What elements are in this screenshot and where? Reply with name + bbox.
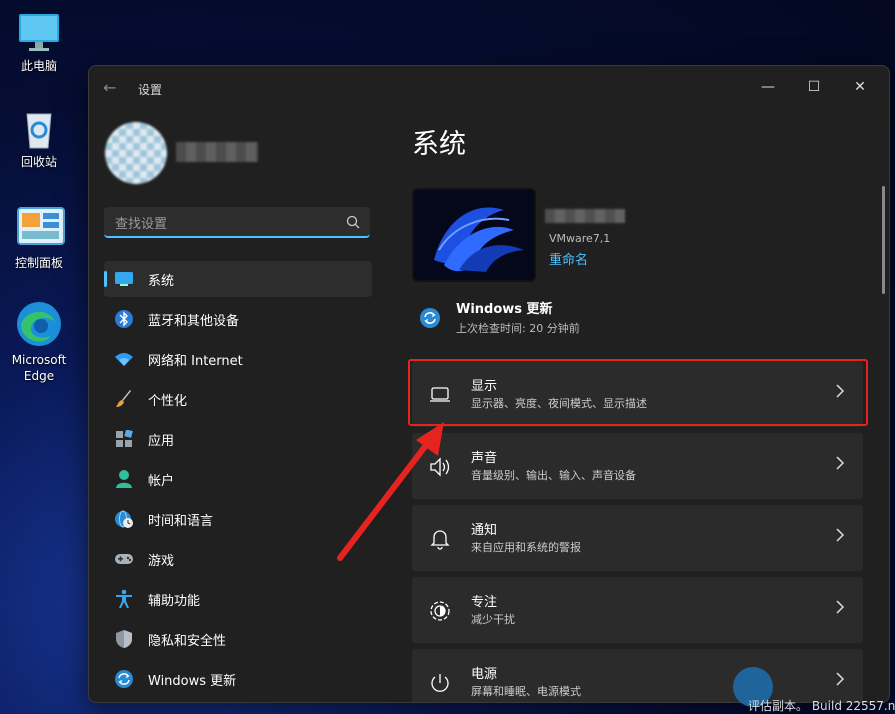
desktop-icon-recycle-bin[interactable]: 回收站	[6, 106, 72, 170]
desktop-icon-this-pc[interactable]: 此电脑	[6, 10, 72, 74]
search-input[interactable]: 查找设置	[115, 213, 167, 232]
chevron-right-icon	[835, 527, 845, 546]
settings-card-notifications[interactable]: 通知 来自应用和系统的警报	[412, 505, 863, 571]
speaker-icon	[428, 455, 452, 479]
sidebar-item-label: 个性化	[148, 393, 188, 409]
sidebar-item-system[interactable]: 系统	[104, 261, 372, 297]
app-title: 设置	[138, 83, 163, 97]
sidebar-item-windows-update[interactable]: Windows 更新	[104, 661, 372, 697]
profile-name-blurred	[176, 142, 258, 162]
desktop-icon-control-panel[interactable]: 控制面板	[6, 207, 72, 271]
maximize-button[interactable]: ☐	[791, 72, 837, 102]
desktop-icon-label: 回收站	[20, 155, 57, 169]
sidebar-item-network[interactable]: 网络和 Internet	[104, 341, 372, 377]
wifi-icon	[114, 349, 134, 369]
sidebar-item-label: 时间和语言	[148, 513, 214, 529]
sidebar-item-accounts[interactable]: 帐户	[104, 461, 372, 497]
brush-icon	[114, 389, 134, 409]
sidebar-item-label: 帐户	[148, 473, 175, 489]
sidebar-item-label: 辅助功能	[148, 593, 201, 609]
desktop-icon-label: 控制面板	[14, 256, 63, 270]
sidebar-item-privacy[interactable]: 隐私和安全性	[104, 621, 372, 657]
apps-icon	[114, 429, 134, 449]
sidebar-item-label: 应用	[148, 433, 175, 449]
device-model: VMware7,1	[549, 232, 611, 245]
minimize-button[interactable]: —	[745, 72, 791, 102]
sidebar-item-apps[interactable]: 应用	[104, 421, 372, 457]
device-name-blurred	[545, 209, 625, 223]
focus-icon	[428, 599, 452, 623]
control-panel-icon	[17, 207, 65, 251]
card-subtitle: 来自应用和系统的警报	[471, 541, 581, 554]
card-title: 专注	[471, 595, 498, 610]
build-watermark: 评估副本。 Build 22557.ni	[748, 699, 895, 713]
sidebar-item-accessibility[interactable]: 辅助功能	[104, 581, 372, 617]
bell-icon	[428, 527, 452, 551]
settings-card-sound[interactable]: 声音 音量级别、输出、输入、声音设备	[412, 433, 863, 499]
desktop-icon-label: Microsoft Edge	[11, 353, 67, 383]
chevron-right-icon	[835, 671, 845, 690]
card-title: 通知	[471, 523, 498, 538]
windows-update-title[interactable]: Windows 更新	[456, 298, 553, 317]
bluetooth-icon	[114, 309, 134, 329]
gamepad-icon	[114, 549, 134, 569]
sidebar-item-label: 蓝牙和其他设备	[148, 313, 240, 329]
avatar[interactable]	[105, 122, 167, 184]
globe-clock-icon	[114, 509, 134, 529]
settings-window: ← 设置 — ☐ ✕ 查找设置 系统 蓝牙和其他设备 网络和 Internet …	[88, 65, 890, 703]
card-subtitle: 减少干扰	[471, 613, 515, 626]
chevron-right-icon	[835, 455, 845, 474]
power-icon	[428, 671, 452, 695]
rename-link[interactable]: 重命名	[549, 249, 588, 268]
windows-update-status: 上次检查时间: 20 分钟前	[456, 322, 580, 335]
sidebar-item-personalization[interactable]: 个性化	[104, 381, 372, 417]
page-title: 系统	[412, 129, 466, 160]
sidebar-item-label: 游戏	[148, 553, 175, 569]
sidebar-item-label: Windows 更新	[148, 673, 237, 689]
system-icon	[114, 269, 134, 289]
search-box[interactable]: 查找设置	[104, 207, 370, 238]
update-icon	[114, 669, 134, 689]
desktop-icon-edge[interactable]: Microsoft Edge	[6, 300, 72, 384]
card-subtitle: 屏幕和睡眠、电源模式	[471, 685, 581, 698]
settings-card-power[interactable]: 电源 屏幕和睡眠、电源模式	[412, 649, 863, 702]
settings-card-focus[interactable]: 专注 减少干扰	[412, 577, 863, 643]
recycle-bin-icon	[17, 106, 61, 150]
windows-update-icon	[419, 307, 441, 333]
back-button[interactable]: ←	[103, 78, 116, 97]
shield-icon	[114, 629, 134, 649]
highlight-box	[408, 359, 868, 426]
search-icon[interactable]	[346, 214, 360, 233]
chevron-right-icon	[835, 599, 845, 618]
card-title: 电源	[471, 667, 498, 682]
title-bar: ← 设置 — ☐ ✕	[89, 66, 889, 110]
card-subtitle: 音量级别、输出、输入、声音设备	[471, 469, 636, 482]
account-icon	[114, 469, 134, 489]
sidebar-item-bluetooth[interactable]: 蓝牙和其他设备	[104, 301, 372, 337]
sidebar-item-label: 隐私和安全性	[148, 633, 227, 649]
card-title: 声音	[471, 451, 498, 466]
desktop-icon-label: 此电脑	[20, 59, 57, 73]
edge-icon	[15, 300, 63, 348]
sidebar-item-gaming[interactable]: 游戏	[104, 541, 372, 577]
close-button[interactable]: ✕	[837, 72, 883, 102]
sidebar-item-time-language[interactable]: 时间和语言	[104, 501, 372, 537]
computer-icon	[17, 10, 61, 54]
accessibility-icon	[114, 589, 134, 609]
sidebar-nav: 系统 蓝牙和其他设备 网络和 Internet 个性化 应用 帐户 时间和语言	[104, 261, 372, 701]
desktop-wallpaper-thumbnail	[412, 188, 536, 282]
scrollbar[interactable]	[882, 186, 885, 294]
sidebar-item-label: 系统	[148, 273, 175, 289]
sidebar-item-label: 网络和 Internet	[148, 353, 243, 369]
